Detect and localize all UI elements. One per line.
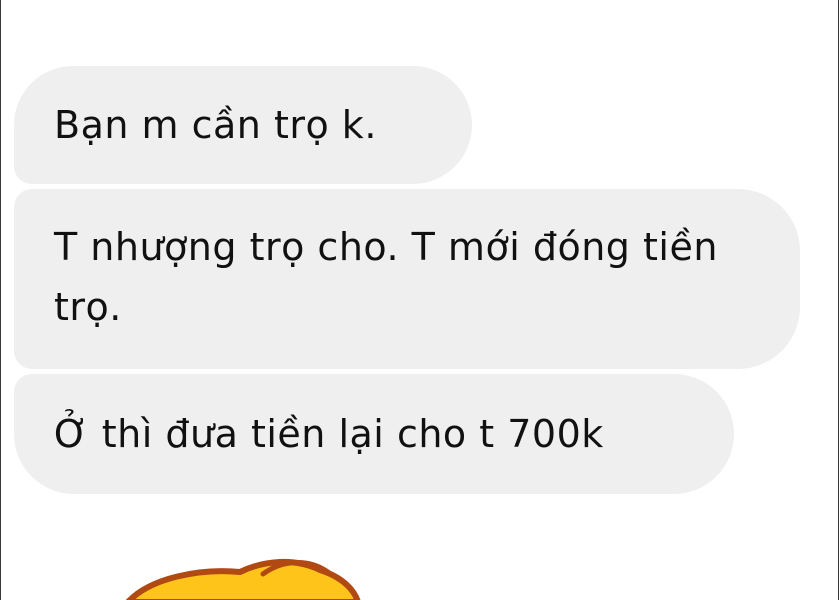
- message-bubble[interactable]: Bạn m cần trọ k.: [14, 66, 472, 184]
- message-text: Ở thì đưa tiền lại cho t 700k: [54, 412, 604, 456]
- yellow-character-sticker-icon[interactable]: [0, 540, 839, 600]
- message-bubble[interactable]: T nhượng trọ cho. T mới đóng tiền trọ.: [14, 189, 800, 369]
- message-bubble[interactable]: Ở thì đưa tiền lại cho t 700k: [14, 374, 734, 494]
- message-text: T nhượng trọ cho. T mới đóng tiền trọ.: [54, 225, 718, 329]
- left-frame-border: [0, 0, 1, 600]
- message-text: Bạn m cần trọ k.: [54, 103, 377, 147]
